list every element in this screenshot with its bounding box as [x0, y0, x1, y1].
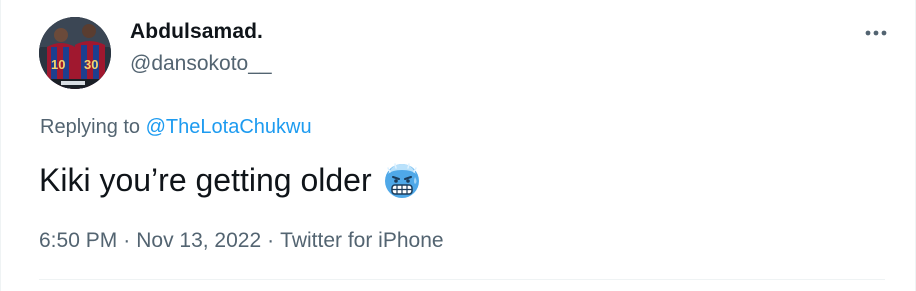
- avatar[interactable]: 10 30: [39, 17, 111, 89]
- replying-to: Replying to @TheLotaChukwu: [40, 116, 312, 139]
- more-options-button[interactable]: [859, 20, 893, 46]
- user-handle[interactable]: @dansokoto__: [130, 52, 272, 76]
- tweet-card: 10 30 Abdulsamad. @dansokoto__ Replying …: [0, 0, 916, 291]
- divider: [39, 279, 885, 280]
- meta-separator: ·: [123, 229, 131, 252]
- display-name[interactable]: Abdulsamad.: [130, 20, 263, 44]
- more-dots-icon: [865, 30, 887, 36]
- tweet-meta: 6:50 PM · Nov 13, 2022 · Twitter for iPhone: [39, 229, 444, 253]
- avatar-image: 10 30: [39, 17, 111, 89]
- reply-mention-link[interactable]: @TheLotaChukwu: [146, 116, 312, 138]
- cold-face-icon: [384, 163, 419, 198]
- avatar-jersey-number-2: 30: [84, 57, 98, 72]
- replying-to-label: Replying to: [40, 116, 141, 138]
- tweet-body: Kiki you’re getting older: [39, 160, 422, 200]
- tweet-text: Kiki you’re getting older: [39, 161, 372, 198]
- tweet-source: Twitter for iPhone: [280, 229, 444, 252]
- avatar-jersey-number-1: 10: [51, 57, 65, 72]
- tweet-date[interactable]: Nov 13, 2022: [136, 229, 261, 252]
- tweet-time[interactable]: 6:50 PM: [39, 229, 117, 252]
- meta-separator: ·: [267, 229, 275, 252]
